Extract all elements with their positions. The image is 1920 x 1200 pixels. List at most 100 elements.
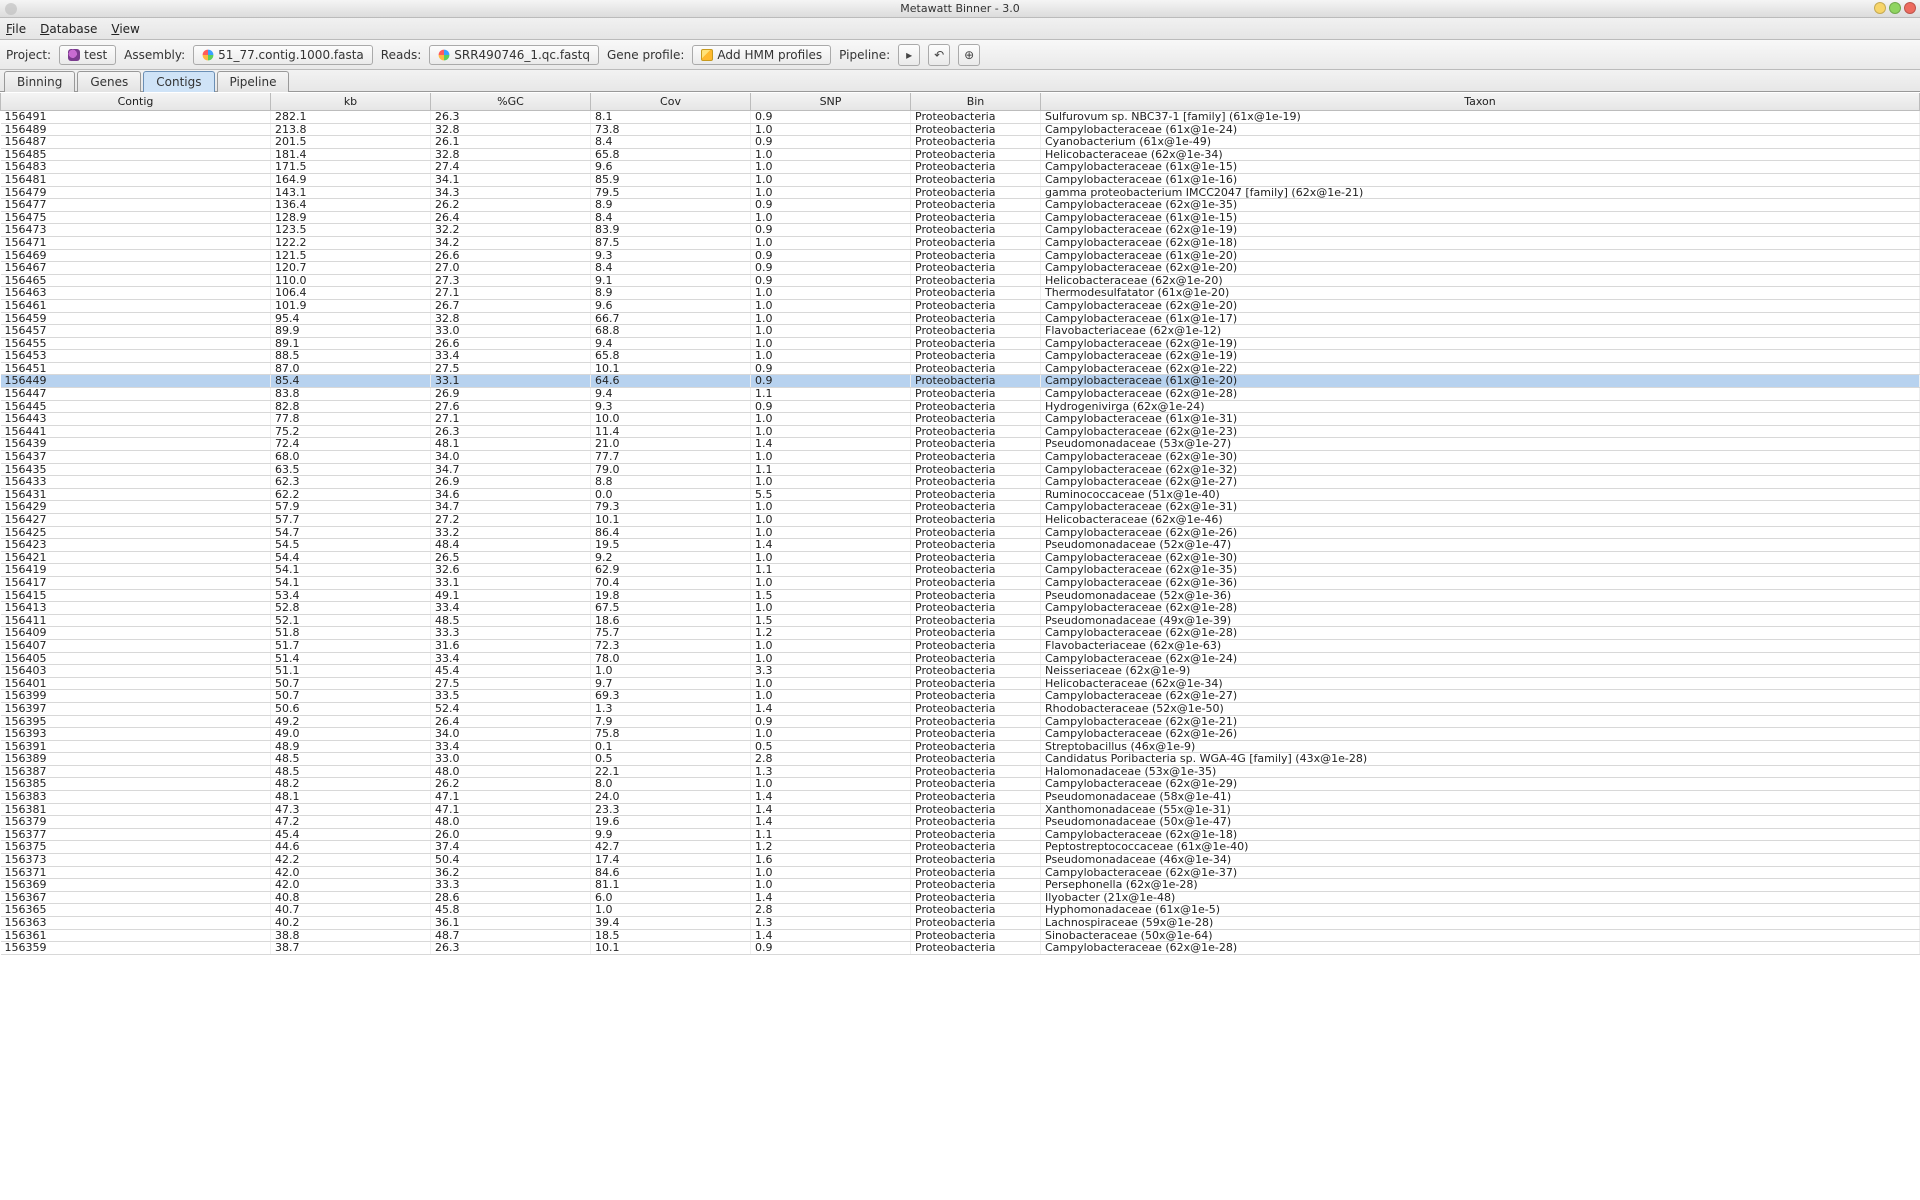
table-row[interactable]: 15640551.433.478.01.0ProteobacteriaCampy… xyxy=(1,652,1920,665)
table-row[interactable]: 15641553.449.119.81.5ProteobacteriaPseud… xyxy=(1,589,1920,602)
menu-file[interactable]: File xyxy=(6,22,26,36)
cell-snp: 1.4 xyxy=(751,929,911,942)
table-row[interactable]: 15644783.826.99.41.1ProteobacteriaCampyl… xyxy=(1,388,1920,401)
table-row[interactable]: 15642554.733.286.41.0ProteobacteriaCampy… xyxy=(1,526,1920,539)
table-row[interactable]: 15642354.548.419.51.4ProteobacteriaPseud… xyxy=(1,539,1920,552)
table-row[interactable]: 156465110.027.39.10.9ProteobacteriaHelic… xyxy=(1,274,1920,287)
table-row[interactable]: 15639349.034.075.81.0ProteobacteriaCampy… xyxy=(1,728,1920,741)
table-row[interactable]: 15639950.733.569.31.0ProteobacteriaCampy… xyxy=(1,690,1920,703)
cell-cov: 84.6 xyxy=(591,866,751,879)
close-button[interactable] xyxy=(1904,2,1916,14)
table-row[interactable]: 15636942.033.381.11.0ProteobacteriaPerse… xyxy=(1,879,1920,892)
table-row[interactable]: 156481164.934.185.91.0ProteobacteriaCamp… xyxy=(1,173,1920,186)
table-row[interactable]: 15636340.236.139.41.3ProteobacteriaLachn… xyxy=(1,917,1920,930)
app-menu-icon[interactable] xyxy=(4,2,18,16)
menu-database[interactable]: Database xyxy=(40,22,97,36)
table-row[interactable]: 15644175.226.311.41.0ProteobacteriaCampy… xyxy=(1,425,1920,438)
table-row[interactable]: 156473123.532.283.90.9ProteobacteriaCamp… xyxy=(1,224,1920,237)
table-row[interactable]: 15645589.126.69.41.0ProteobacteriaCampyl… xyxy=(1,337,1920,350)
col-bin[interactable]: Bin xyxy=(911,93,1041,111)
cell-tax: Cyanobacterium (61x@1e-49) xyxy=(1041,136,1920,149)
table-row[interactable]: 15637947.248.019.61.4ProteobacteriaPseud… xyxy=(1,816,1920,829)
table-row[interactable]: 15640951.833.375.71.2ProteobacteriaCampy… xyxy=(1,627,1920,640)
col-snp[interactable]: SNP xyxy=(751,93,911,111)
assembly-icon xyxy=(203,49,214,60)
table-row[interactable]: 156479143.134.379.51.0Proteobacteriagamm… xyxy=(1,186,1920,199)
menu-view[interactable]: View xyxy=(111,22,139,36)
table-row[interactable]: 15643362.326.98.81.0ProteobacteriaCampyl… xyxy=(1,476,1920,489)
col-kb[interactable]: kb xyxy=(271,93,431,111)
table-row[interactable]: 15641754.133.170.41.0ProteobacteriaCampy… xyxy=(1,576,1920,589)
contig-table-wrap[interactable]: Contig kb %GC Cov SNP Bin Taxon 15649128… xyxy=(0,92,1920,1200)
table-row[interactable]: 15645388.533.465.81.0ProteobacteriaCampy… xyxy=(1,350,1920,363)
col-gc[interactable]: %GC xyxy=(431,93,591,111)
table-row[interactable]: 15639549.226.47.90.9ProteobacteriaCampyl… xyxy=(1,715,1920,728)
cell-c: 156421 xyxy=(1,551,271,564)
table-row[interactable]: 15645789.933.068.81.0ProteobacteriaFlavo… xyxy=(1,325,1920,338)
col-contig[interactable]: Contig xyxy=(1,93,271,111)
table-row[interactable]: 156469121.526.69.30.9ProteobacteriaCampy… xyxy=(1,249,1920,262)
table-row[interactable]: 15645187.027.510.10.9ProteobacteriaCampy… xyxy=(1,362,1920,375)
table-row[interactable]: 156491282.126.38.10.9ProteobacteriaSulfu… xyxy=(1,111,1920,124)
pipeline-back-button[interactable]: ↶ xyxy=(928,44,950,66)
tab-genes[interactable]: Genes xyxy=(77,71,141,92)
table-row[interactable]: 15643768.034.077.71.0ProteobacteriaCampy… xyxy=(1,451,1920,464)
tab-pipeline[interactable]: Pipeline xyxy=(217,71,290,92)
pipeline-run-button[interactable]: ▸ xyxy=(898,44,920,66)
cell-gc: 33.0 xyxy=(431,753,591,766)
table-row[interactable]: 15641352.833.467.51.0ProteobacteriaCampy… xyxy=(1,602,1920,615)
table-row[interactable]: 15640351.145.41.03.3ProteobacteriaNeisse… xyxy=(1,665,1920,678)
assembly-button[interactable]: 51_77.contig.1000.fasta xyxy=(193,45,373,65)
table-row[interactable]: 15643162.234.60.05.5ProteobacteriaRumino… xyxy=(1,488,1920,501)
project-button[interactable]: test xyxy=(59,45,116,65)
cell-c: 156411 xyxy=(1,614,271,627)
table-row[interactable]: 15637342.250.417.41.6ProteobacteriaPseud… xyxy=(1,854,1920,867)
table-row[interactable]: 156483171.527.49.61.0ProteobacteriaCampy… xyxy=(1,161,1920,174)
table-row[interactable]: 15643563.534.779.01.1ProteobacteriaCampy… xyxy=(1,463,1920,476)
table-row[interactable]: 15641954.132.662.91.1ProteobacteriaCampy… xyxy=(1,564,1920,577)
tab-contigs[interactable]: Contigs xyxy=(143,71,214,92)
table-row[interactable]: 15640751.731.672.31.0ProteobacteriaFlavo… xyxy=(1,639,1920,652)
tab-binning[interactable]: Binning xyxy=(4,71,75,92)
reads-button[interactable]: SRR490746_1.qc.fastq xyxy=(429,45,599,65)
table-row[interactable]: 15639750.652.41.31.4ProteobacteriaRhodob… xyxy=(1,702,1920,715)
table-row[interactable]: 15640150.727.59.71.0ProteobacteriaHelico… xyxy=(1,677,1920,690)
table-row[interactable]: 15638548.226.28.01.0ProteobacteriaCampyl… xyxy=(1,778,1920,791)
table-row[interactable]: 156489213.832.873.81.0ProteobacteriaCamp… xyxy=(1,123,1920,136)
table-row[interactable]: 15645995.432.866.71.0ProteobacteriaCampy… xyxy=(1,312,1920,325)
table-row[interactable]: 156487201.526.18.40.9ProteobacteriaCyano… xyxy=(1,136,1920,149)
table-row[interactable]: 15636540.745.81.02.8ProteobacteriaHyphom… xyxy=(1,904,1920,917)
table-row[interactable]: 15643972.448.121.01.4ProteobacteriaPseud… xyxy=(1,438,1920,451)
table-row[interactable]: 15638147.347.123.31.4ProteobacteriaXanth… xyxy=(1,803,1920,816)
table-row[interactable]: 156471122.234.287.51.0ProteobacteriaCamp… xyxy=(1,236,1920,249)
col-taxon[interactable]: Taxon xyxy=(1041,93,1920,111)
table-row[interactable]: 15641152.148.518.61.5ProteobacteriaPseud… xyxy=(1,614,1920,627)
col-cov[interactable]: Cov xyxy=(591,93,751,111)
table-row[interactable]: 15639148.933.40.10.5ProteobacteriaStrept… xyxy=(1,740,1920,753)
add-hmm-button[interactable]: Add HMM profiles xyxy=(692,45,831,65)
table-row[interactable]: 156467120.727.08.40.9ProteobacteriaCampy… xyxy=(1,262,1920,275)
table-row[interactable]: 15638348.147.124.01.4ProteobacteriaPseud… xyxy=(1,791,1920,804)
table-row[interactable]: 156485181.432.865.81.0ProteobacteriaHeli… xyxy=(1,148,1920,161)
table-row[interactable]: 156463106.427.18.91.0ProteobacteriaTherm… xyxy=(1,287,1920,300)
table-row[interactable]: 15644377.827.110.01.0ProteobacteriaCampy… xyxy=(1,413,1920,426)
pipeline-add-button[interactable]: ⊕ xyxy=(958,44,980,66)
table-row[interactable]: 15644582.827.69.30.9ProteobacteriaHydrog… xyxy=(1,400,1920,413)
table-row[interactable]: 15637142.036.284.61.0ProteobacteriaCampy… xyxy=(1,866,1920,879)
minimize-button[interactable] xyxy=(1874,2,1886,14)
table-row[interactable]: 15642957.934.779.31.0ProteobacteriaCampy… xyxy=(1,501,1920,514)
table-row[interactable]: 15635938.726.310.10.9ProteobacteriaCampy… xyxy=(1,942,1920,955)
maximize-button[interactable] xyxy=(1889,2,1901,14)
table-row[interactable]: 15636740.828.66.01.4ProteobacteriaIlyoba… xyxy=(1,891,1920,904)
table-row[interactable]: 15637745.426.09.91.1ProteobacteriaCampyl… xyxy=(1,828,1920,841)
table-row[interactable]: 15638948.533.00.52.8ProteobacteriaCandid… xyxy=(1,753,1920,766)
table-row[interactable]: 15644985.433.164.60.9ProteobacteriaCampy… xyxy=(1,375,1920,388)
table-row[interactable]: 156475128.926.48.41.0ProteobacteriaCampy… xyxy=(1,211,1920,224)
table-row[interactable]: 15636138.848.718.51.4ProteobacteriaSinob… xyxy=(1,929,1920,942)
table-row[interactable]: 15642757.727.210.11.0ProteobacteriaHelic… xyxy=(1,514,1920,527)
table-row[interactable]: 15637544.637.442.71.2ProteobacteriaPepto… xyxy=(1,841,1920,854)
table-row[interactable]: 15638748.548.022.11.3ProteobacteriaHalom… xyxy=(1,765,1920,778)
table-row[interactable]: 156477136.426.28.90.9ProteobacteriaCampy… xyxy=(1,199,1920,212)
table-row[interactable]: 15642154.426.59.21.0ProteobacteriaCampyl… xyxy=(1,551,1920,564)
table-row[interactable]: 156461101.926.79.61.0ProteobacteriaCampy… xyxy=(1,299,1920,312)
